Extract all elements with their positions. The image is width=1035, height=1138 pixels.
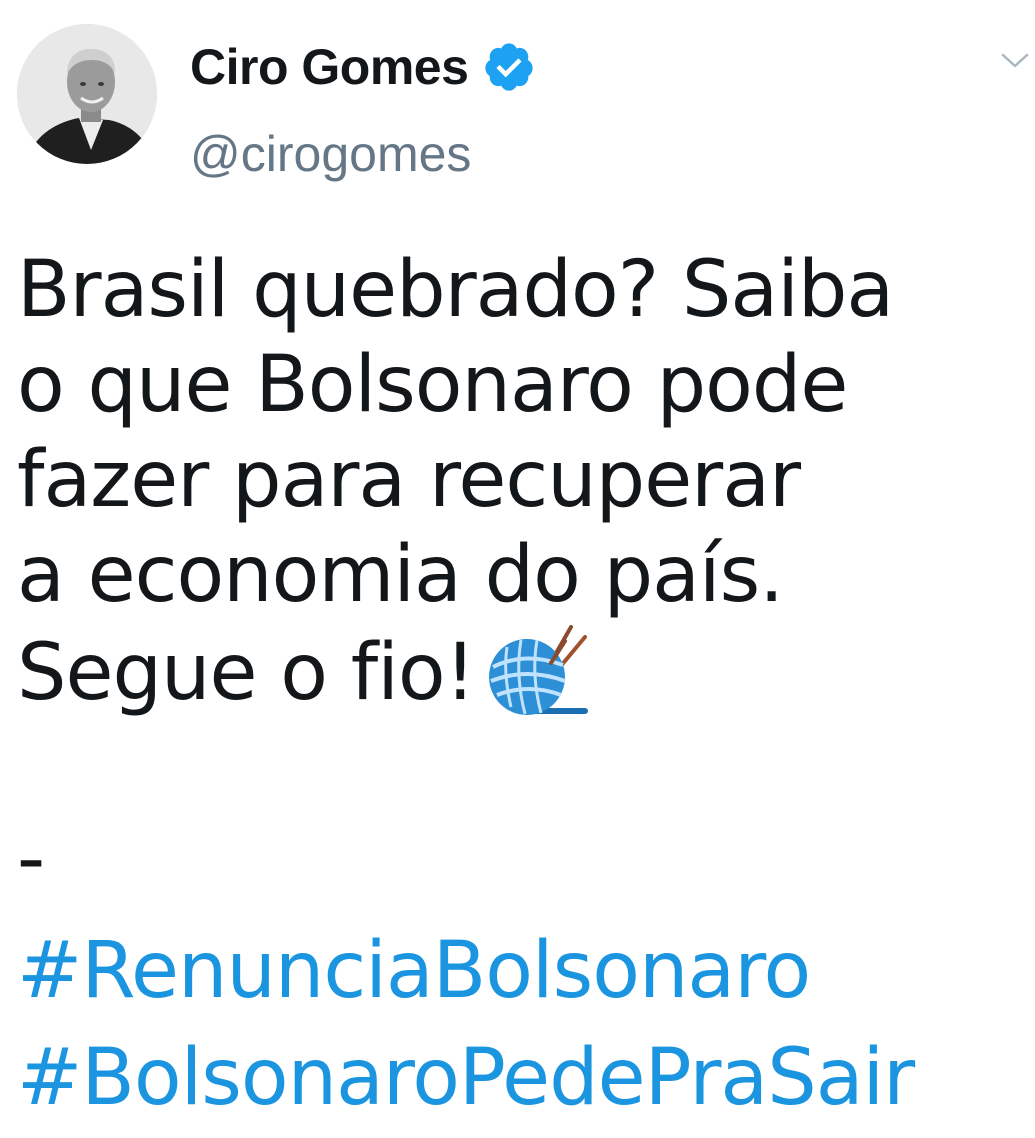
- tweet-text-line: o que Bolsonaro pode: [17, 340, 848, 430]
- tweet-text-line: fazer para recuperar: [17, 435, 801, 525]
- profile-photo-icon: [17, 24, 157, 164]
- verified-badge-icon: [485, 43, 534, 91]
- tweet-text-line: a economia do país.: [17, 530, 784, 620]
- separator-dash: -: [17, 814, 46, 904]
- yarn-ball-icon: [488, 625, 588, 715]
- tweet-text-line-last: Segue o fio!: [17, 623, 1027, 721]
- tweet-text-segment: Segue o fio!: [17, 628, 476, 718]
- author-handle[interactable]: @cirogomes: [190, 125, 471, 183]
- hashtag-link[interactable]: #BolsonaroPedePraSair: [17, 1031, 915, 1126]
- tweet: Ciro Gomes @cirogomes Brasil quebrado? S…: [0, 0, 1035, 1138]
- hashtag-link[interactable]: #RenunciaBolsonaro: [17, 924, 811, 1019]
- tweet-text-line: Brasil quebrado? Saiba: [17, 245, 894, 335]
- tweet-text: Brasil quebrado? Saiba o que Bolsonaro p…: [17, 243, 1027, 721]
- chevron-down-icon[interactable]: [1000, 50, 1030, 72]
- author-display-name[interactable]: Ciro Gomes: [190, 38, 469, 96]
- avatar[interactable]: [17, 24, 157, 164]
- author-name-row: Ciro Gomes: [190, 36, 536, 98]
